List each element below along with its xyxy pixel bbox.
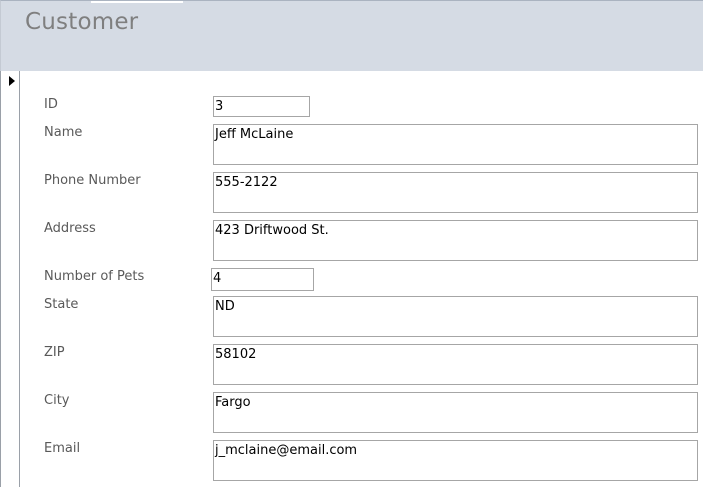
zip-label: ZIP [44, 345, 65, 360]
id-field[interactable]: 3 [213, 96, 310, 117]
form-title: Customer [25, 9, 139, 35]
current-record-arrow-icon [9, 76, 15, 86]
number-of-pets-field[interactable]: 4 [211, 268, 314, 291]
email-label: Email [44, 441, 81, 456]
city-label: City [44, 393, 70, 408]
form-header: Customer [0, 0, 703, 71]
phone-number-label: Phone Number [44, 173, 141, 188]
name-field[interactable]: Jeff McLaine [213, 124, 698, 165]
record-selector[interactable] [0, 71, 20, 487]
zip-field[interactable]: 58102 [213, 344, 698, 385]
phone-number-field[interactable]: 555-2122 [213, 172, 698, 213]
name-label: Name [44, 125, 83, 140]
address-label: Address [44, 221, 96, 236]
city-field[interactable]: Fargo [213, 392, 698, 433]
state-label: State [44, 297, 79, 312]
number-of-pets-label: Number of Pets [44, 269, 145, 284]
state-field[interactable]: ND [213, 296, 698, 337]
id-label: ID [44, 97, 58, 112]
tab-strip [91, 1, 183, 3]
customer-form: Customer ID 3 Name Jeff McLaine Phone Nu… [0, 0, 704, 487]
email-field[interactable]: j_mclaine@email.com [213, 440, 698, 481]
address-field[interactable]: 423 Driftwood St. [213, 220, 698, 261]
